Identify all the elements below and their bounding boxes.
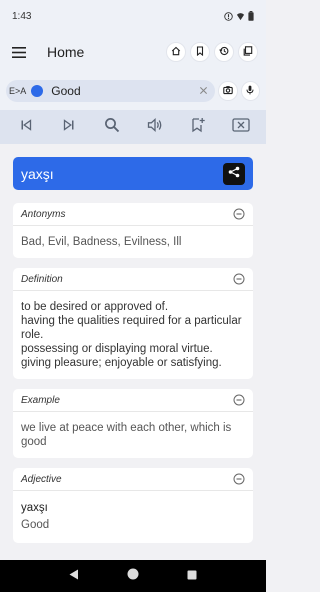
- definition-line: possessing or displaying moral virtue.: [21, 343, 213, 355]
- wifi-icon: [236, 12, 245, 21]
- search-row: E>A: [0, 72, 266, 110]
- home-circle-icon: [127, 567, 139, 585]
- toggle-dot-icon: [31, 85, 44, 97]
- home-button[interactable]: [166, 42, 186, 62]
- result-content: yaxşı Antonyms Bad, Evil, Badness, Eviln…: [0, 144, 266, 560]
- speaker-icon: [147, 117, 163, 138]
- bookmarks-button[interactable]: [190, 42, 210, 62]
- antonyms-header: Antonyms: [21, 203, 245, 225]
- history-button[interactable]: [214, 42, 234, 62]
- share-button[interactable]: [223, 162, 245, 185]
- page-title: Home: [47, 44, 85, 60]
- history-icon: [219, 43, 229, 61]
- collapse-icon: [233, 208, 245, 220]
- collapse-example-button[interactable]: [233, 394, 245, 406]
- microphone-icon: [245, 82, 255, 100]
- search-input[interactable]: [51, 84, 197, 98]
- adjective-entry: yaxşı Good: [21, 491, 245, 543]
- clear-search-button[interactable]: [196, 84, 210, 98]
- bookmark-icon: [195, 43, 205, 61]
- adjective-card: Adjective yaxşı Good: [13, 468, 253, 543]
- definition-line: giving pleasure; enjoyable or satisfying…: [21, 357, 222, 369]
- definition-label: Definition: [21, 273, 63, 285]
- flashcards-button[interactable]: [238, 42, 258, 62]
- previous-word-button[interactable]: [14, 115, 38, 139]
- collapse-icon: [233, 473, 245, 485]
- warning-icon: [224, 11, 233, 21]
- nav-recents-button[interactable]: [184, 568, 200, 584]
- definition-header: Definition: [21, 268, 245, 290]
- example-label: Example: [21, 394, 60, 406]
- camera-button[interactable]: [218, 81, 238, 101]
- translated-word: yaxşı: [21, 165, 54, 182]
- language-direction-label: E>A: [9, 86, 27, 96]
- collapse-definition-button[interactable]: [233, 273, 245, 285]
- example-header: Example: [21, 389, 245, 411]
- definition-card: Definition to be desired or approved of.…: [13, 268, 253, 379]
- share-icon: [228, 165, 240, 183]
- adjective-label: Adjective: [21, 473, 62, 485]
- app-bar: Home: [0, 32, 266, 72]
- example-text: we live at peace with each other, which …: [21, 422, 232, 448]
- adjective-header: Adjective: [21, 468, 245, 490]
- status-bar: 1:43: [0, 0, 266, 32]
- camera-icon: [223, 82, 233, 100]
- collapse-icon: [233, 394, 245, 406]
- system-nav-bar: [0, 560, 266, 592]
- translated-word-header: yaxşı: [13, 157, 253, 190]
- add-bookmark-icon: [190, 117, 206, 138]
- home-icon: [171, 43, 181, 61]
- menu-icon[interactable]: [10, 43, 28, 61]
- antonyms-card: Antonyms Bad, Evil, Badness, Evilness, I…: [13, 203, 253, 258]
- definition-line: to be desired or approved of.: [21, 301, 169, 313]
- antonyms-text: Bad, Evil, Badness, Evilness, Ill: [21, 236, 182, 248]
- voice-search-button[interactable]: [240, 81, 260, 101]
- definition-line: having the qualities required for a part…: [21, 315, 242, 341]
- definition-list: to be desired or approved of. having the…: [21, 291, 245, 379]
- example-card: Example we live at peace with each other…: [13, 389, 253, 458]
- app-bar-actions: [166, 42, 258, 62]
- skip-next-icon: [62, 118, 76, 137]
- back-triangle-icon: [69, 567, 79, 585]
- skip-previous-icon: [19, 118, 33, 137]
- status-time: 1:43: [12, 10, 32, 22]
- recents-square-icon: [187, 567, 197, 585]
- clear-button[interactable]: [229, 115, 253, 139]
- nav-home-button[interactable]: [125, 568, 141, 584]
- collapse-antonyms-button[interactable]: [233, 208, 245, 220]
- collapse-icon: [233, 273, 245, 285]
- search-icon: [104, 117, 120, 138]
- antonyms-label: Antonyms: [21, 208, 66, 220]
- search-field: [47, 80, 216, 102]
- adjective-word: yaxşı: [21, 502, 48, 514]
- clear-icon: [231, 117, 250, 138]
- collapse-adjective-button[interactable]: [233, 473, 245, 485]
- status-icons: [224, 11, 254, 21]
- add-bookmark-button[interactable]: [186, 115, 210, 139]
- pronounce-button[interactable]: [143, 115, 167, 139]
- action-toolbar: [0, 110, 266, 144]
- battery-icon: [248, 11, 254, 21]
- nav-back-button[interactable]: [66, 568, 82, 584]
- language-direction-toggle[interactable]: E>A: [6, 80, 48, 102]
- search-button[interactable]: [100, 115, 124, 139]
- flashcards-icon: [243, 43, 253, 61]
- close-icon: [199, 82, 208, 100]
- adjective-translation: Good: [21, 519, 50, 531]
- next-word-button[interactable]: [57, 115, 81, 139]
